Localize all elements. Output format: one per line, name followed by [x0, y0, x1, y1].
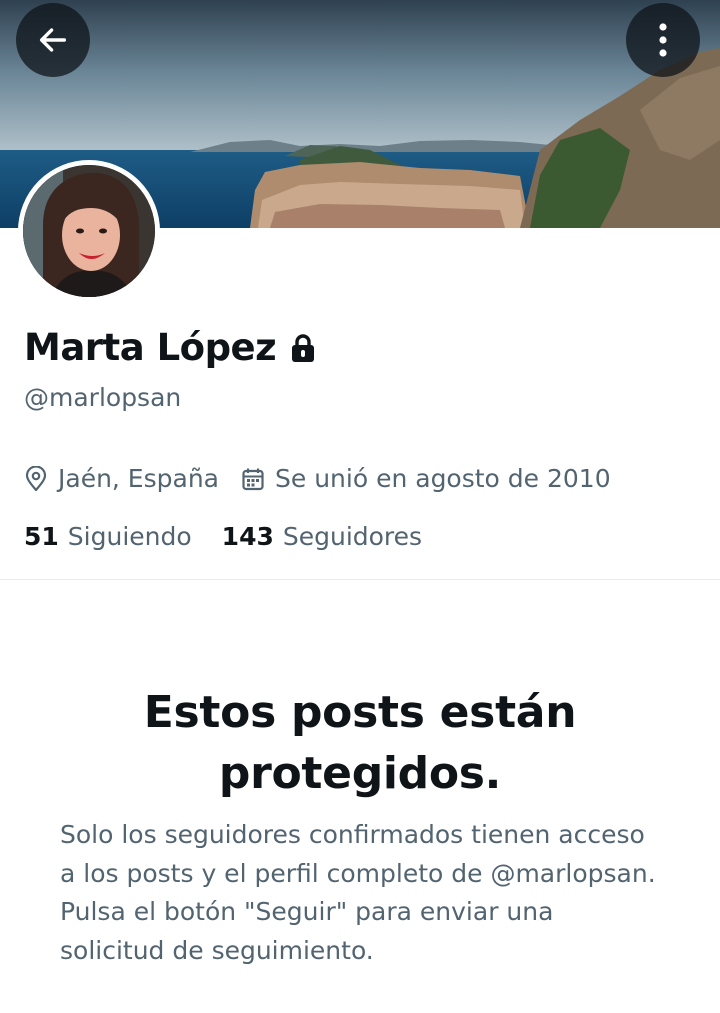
following-count: 51: [24, 522, 59, 551]
calendar-icon: [241, 467, 265, 491]
location-pin-icon: [24, 465, 48, 492]
join-date: Se unió en agosto de 2010: [241, 464, 611, 493]
location-text: Jaén, España: [58, 464, 219, 493]
avatar-photo: [23, 165, 155, 297]
following-label: Siguiendo: [67, 522, 192, 551]
following-link[interactable]: 51 Siguiendo: [24, 522, 192, 551]
lock-icon: [290, 333, 316, 363]
display-name: Marta López: [24, 326, 277, 369]
divider: [0, 579, 720, 580]
back-button[interactable]: [16, 3, 90, 77]
more-vertical-icon: [659, 23, 667, 57]
followers-label: Seguidores: [282, 522, 423, 551]
protected-posts-title: Estos posts están protegidos.: [143, 687, 577, 799]
follow-stats: 51 Siguiendo 143 Seguidores: [24, 522, 422, 551]
join-date-text: Se unió en agosto de 2010: [275, 464, 611, 493]
followers-link[interactable]: 143 Seguidores: [222, 522, 422, 551]
profile-meta: Jaén, España Se unió en agosto de 2010: [24, 464, 611, 493]
location: Jaén, España: [24, 464, 219, 493]
followers-count: 143: [221, 522, 274, 551]
avatar[interactable]: [18, 160, 160, 302]
username-handle: @marlopsan: [24, 383, 182, 412]
protected-posts-description: Solo los seguidores confirmados tienen a…: [60, 820, 656, 965]
name-row: Marta López: [24, 326, 316, 369]
more-options-button[interactable]: [626, 3, 700, 77]
arrow-left-icon: [39, 28, 67, 52]
